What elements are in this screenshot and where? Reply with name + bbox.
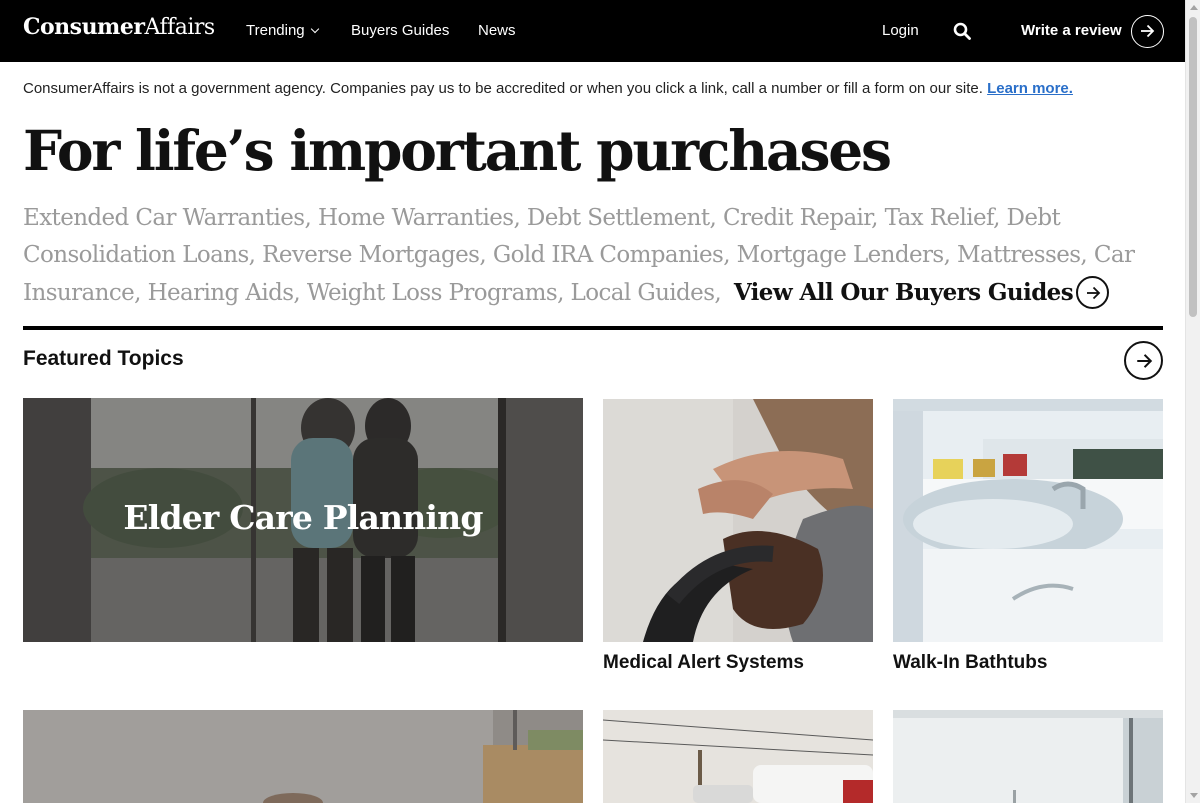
disclaimer-text: ConsumerAffairs is not a government agen… xyxy=(23,80,988,97)
guide-link[interactable]: Gold IRA Companies, xyxy=(493,242,731,268)
scroll-down-arrow-icon[interactable] xyxy=(1190,793,1198,798)
interior-image xyxy=(893,710,1163,803)
medical-alert-card-image[interactable] xyxy=(603,399,873,642)
buyers-guides-list: Extended Car Warranties, Home Warranties… xyxy=(23,200,1163,312)
bathtub-image xyxy=(893,399,1163,642)
guide-link[interactable]: Local Guides, xyxy=(571,280,722,306)
nav-trending[interactable]: Trending xyxy=(246,22,319,39)
learn-more-link[interactable]: Learn more. xyxy=(987,80,1073,97)
guide-link[interactable]: Debt Settlement, xyxy=(527,205,717,231)
top-navigation: ConsumerAffairs Trending Buyers Guides N… xyxy=(0,0,1185,62)
guide-link[interactable]: Mattresses, xyxy=(957,242,1088,268)
card-label[interactable]: Medical Alert Systems xyxy=(603,652,804,674)
topic-card-image[interactable] xyxy=(23,710,583,803)
nav-buyers-guides[interactable]: Buyers Guides xyxy=(351,22,449,39)
guide-link[interactable]: Hearing Aids, xyxy=(148,280,301,306)
nav-login[interactable]: Login xyxy=(882,22,919,39)
nav-news[interactable]: News xyxy=(478,22,516,39)
page-title: For life’s important purchases xyxy=(23,118,892,183)
guide-link[interactable]: Mortgage Lenders, xyxy=(737,242,951,268)
vehicles-image xyxy=(603,710,873,803)
consumeraffairs-logo[interactable]: ConsumerAffairs xyxy=(23,14,215,40)
guide-link[interactable]: Weight Loss Programs, xyxy=(307,280,565,306)
walk-in-bathtubs-card-image[interactable] xyxy=(893,399,1163,642)
page-scrollbar[interactable] xyxy=(1185,0,1200,803)
arrow-right-icon[interactable] xyxy=(1131,15,1164,48)
moving-boxes-image xyxy=(23,710,583,803)
featured-topics-heading: Featured Topics xyxy=(23,347,184,370)
guide-link[interactable]: Tax Relief, xyxy=(885,205,1001,231)
guide-link[interactable]: Credit Repair, xyxy=(723,205,879,231)
scroll-up-arrow-icon[interactable] xyxy=(1190,5,1198,10)
disclaimer-banner: ConsumerAffairs is not a government agen… xyxy=(23,80,1073,97)
arrow-right-icon[interactable] xyxy=(1124,341,1163,380)
write-review-link[interactable]: Write a review xyxy=(1021,22,1122,39)
card-label[interactable]: Walk-In Bathtubs xyxy=(893,652,1047,674)
search-icon[interactable] xyxy=(953,22,971,40)
section-divider xyxy=(23,326,1163,330)
card-title-overlay: Elder Care Planning xyxy=(123,498,483,537)
chevron-down-icon xyxy=(310,24,319,34)
elder-care-planning-card[interactable]: Elder Care Planning xyxy=(23,398,583,642)
arrow-right-icon xyxy=(1076,275,1110,309)
guide-link[interactable]: Extended Car Warranties, xyxy=(23,205,312,231)
view-all-buyers-guides-link[interactable]: View All Our Buyers Guides xyxy=(734,275,1110,309)
guide-link[interactable]: Home Warranties, xyxy=(318,205,521,231)
scroll-thumb[interactable] xyxy=(1189,17,1197,317)
medical-alert-image xyxy=(603,399,873,642)
topic-card-image[interactable] xyxy=(603,710,873,803)
topic-card-image[interactable] xyxy=(893,710,1163,803)
guide-link[interactable]: Reverse Mortgages, xyxy=(262,242,487,268)
